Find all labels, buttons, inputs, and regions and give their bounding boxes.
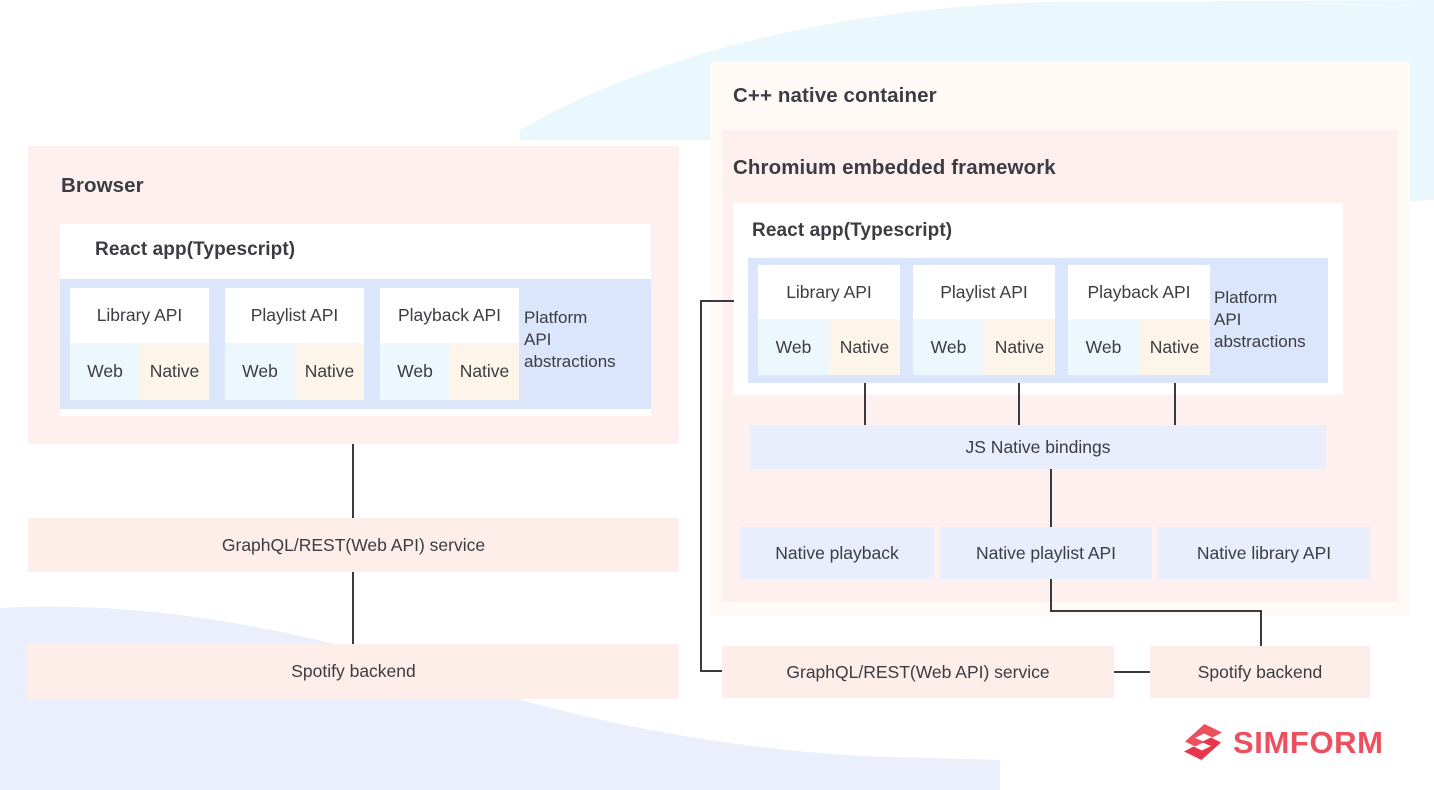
diagram-canvas: Browser React app(Typescript) Platform AP… xyxy=(0,0,1434,790)
right-backend-box-label: Spotify backend xyxy=(1197,661,1323,682)
right-connector-bracket-vertical xyxy=(700,300,703,672)
right-native-playback-label: Native playback xyxy=(775,542,899,563)
left-react-app-title: React app(Typescript) xyxy=(95,239,296,260)
right-native-container-title: C++ native container xyxy=(733,84,937,107)
right-react-app-title: React app(Typescript) xyxy=(752,220,953,241)
right-platform-api-abstractions-label: Platform API abstractions xyxy=(1214,288,1306,351)
right-api-card-playlist-native-label: Native xyxy=(994,336,1045,357)
left-api-card-library-web-label: Web xyxy=(87,361,123,381)
right-connector-bindings-to-native-playlist xyxy=(1050,469,1053,527)
right-api-card-playlist-title: Playlist API xyxy=(940,281,1028,302)
right-api-card-playback-title: Playback API xyxy=(1087,281,1191,302)
left-api-card-playback-web-label: Web xyxy=(397,361,433,381)
right-connector-into-spotify-backend xyxy=(1260,610,1263,646)
left-api-card-playlist-native-label: Native xyxy=(304,361,355,381)
right-connector-native-playlist-down xyxy=(1050,579,1053,612)
left-api-card-playback-title: Playback API xyxy=(397,305,502,325)
right-api-card-library-web-label: Web xyxy=(775,336,812,357)
right-api-card-playlist-web-label: Web xyxy=(930,336,967,357)
right-api-card-playback-web-label: Web xyxy=(1085,336,1122,357)
right-api-card-library-title: Library API xyxy=(786,281,872,302)
right-connector-playlist-to-bindings xyxy=(1018,383,1021,425)
right-chromium-title: Chromium embedded framework xyxy=(733,156,1056,179)
right-native-playlist-api-label: Native playlist API xyxy=(975,542,1117,563)
left-platform-api-abstractions-label: Platform API abstractions xyxy=(524,308,616,371)
left-backend-box-label: Spotify backend xyxy=(291,661,416,681)
left-api-card-library-title: Library API xyxy=(96,305,183,325)
right-api-card-playback-native-label: Native xyxy=(1149,336,1200,357)
simform-logo-icon xyxy=(1184,724,1222,760)
right-connector-library-to-bindings xyxy=(864,383,867,425)
left-api-card-playlist-web-label: Web xyxy=(242,361,278,381)
left-browser-title: Browser xyxy=(61,174,144,197)
right-connector-playback-to-bindings xyxy=(1174,383,1177,425)
left-connector-service-to-backend xyxy=(352,572,355,644)
left-api-card-playback-native-label: Native xyxy=(459,361,510,381)
right-connector-react-app-stub xyxy=(700,300,734,303)
left-service-box-label: GraphQL/REST(Web API) service xyxy=(221,534,486,555)
right-js-native-bindings-label: JS Native bindings xyxy=(965,436,1111,457)
simform-logo-text: SIMFORM xyxy=(1233,724,1384,760)
right-connector-native-playlist-across xyxy=(1050,610,1262,613)
right-native-library-api-label: Native library API xyxy=(1196,542,1332,563)
simform-logo: SIMFORM xyxy=(1182,722,1384,762)
left-api-card-library-native-label: Native xyxy=(149,361,200,381)
right-service-box-label: GraphQL/REST(Web API) service xyxy=(786,661,1050,682)
right-api-card-library-native-label: Native xyxy=(839,336,890,357)
right-connector-service-to-backend xyxy=(1114,671,1150,674)
left-connector-panel-to-service xyxy=(352,444,355,518)
left-api-card-playlist-title: Playlist API xyxy=(250,305,339,325)
